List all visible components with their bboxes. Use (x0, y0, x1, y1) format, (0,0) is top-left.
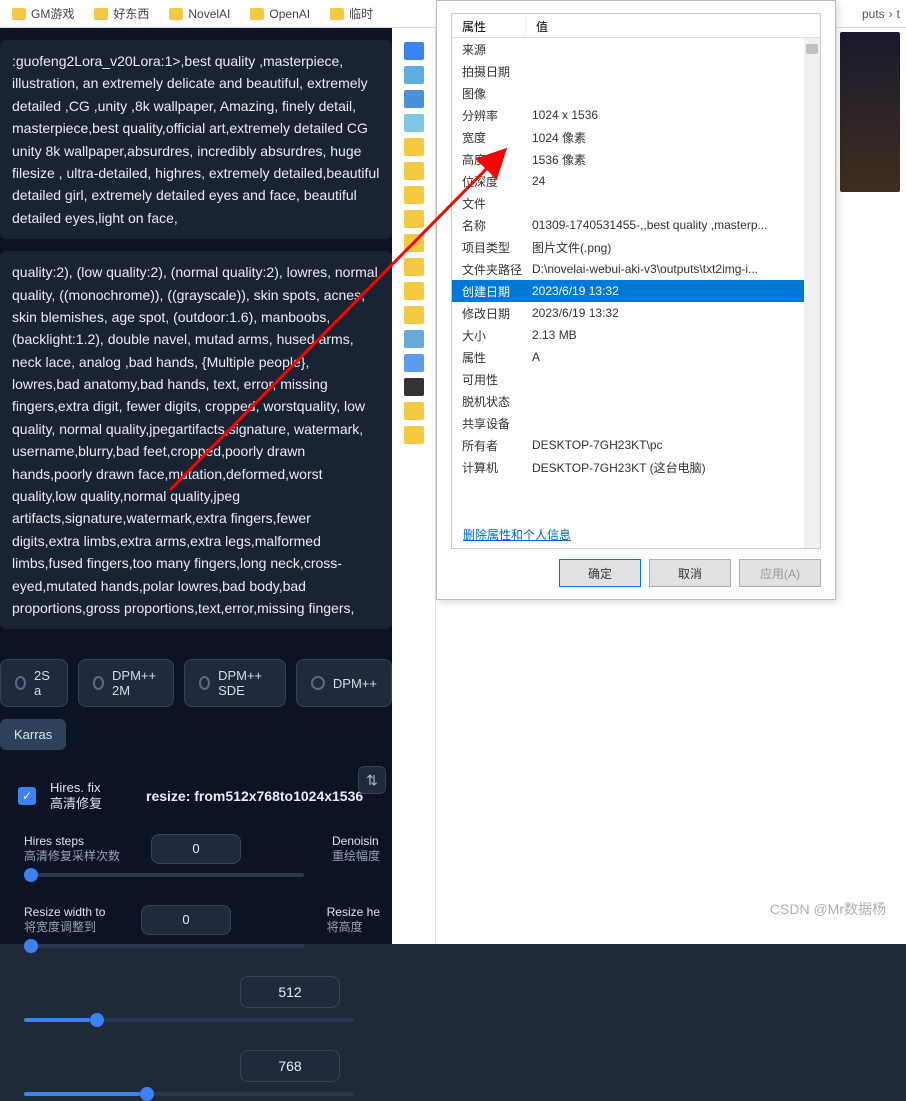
properties-dialog: 属性 值 来源 拍摄日期 图像 分辨率1024 x 1536 宽度1024 像素… (436, 0, 836, 600)
hires-fix-label: Hires. fix 高清修复 (50, 780, 102, 811)
prop-attrs: A (526, 350, 820, 364)
prop-size: 2.13 MB (526, 328, 820, 342)
folder-icon[interactable] (404, 138, 424, 156)
sampler-2sa[interactable]: 2S a (0, 659, 68, 707)
folder-icon[interactable] (404, 402, 424, 420)
sampler-dpm[interactable]: DPM++ (296, 659, 392, 707)
sampler-options: 2S a DPM++ 2M DPM++ SDE DPM++ (0, 659, 392, 707)
quick-access-icon[interactable] (404, 42, 424, 60)
image-thumbnail[interactable] (840, 32, 900, 192)
explorer-tree[interactable] (392, 28, 436, 944)
prop-modified: 2023/6/19 13:32 (526, 306, 820, 320)
width-slider[interactable] (24, 1018, 354, 1022)
prop-name: 01309-1740531455-,,best quality ,masterp… (526, 218, 820, 232)
desktop-icon[interactable] (404, 66, 424, 84)
prop-shootdate: 拍摄日期 (452, 63, 526, 80)
bookmark-item[interactable]: GM游戏 (12, 5, 74, 22)
bookmark-item[interactable]: OpenAI (250, 7, 310, 21)
prop-width: 1024 像素 (526, 129, 820, 146)
positive-prompt[interactable]: :guofeng2Lora_v20Lora:1>,best quality ,m… (0, 40, 392, 239)
folder-icon (12, 8, 26, 20)
prop-row-selected[interactable]: 创建日期2023/6/19 13:32 (452, 280, 820, 302)
resize-width-value[interactable]: 0 (141, 905, 231, 935)
folder-icon[interactable] (404, 186, 424, 204)
hires-steps-slider[interactable] (24, 873, 304, 877)
folder-icon[interactable] (404, 282, 424, 300)
resize-width-slider[interactable] (24, 944, 304, 948)
height-value[interactable]: 768 (240, 1050, 340, 1082)
folder-icon[interactable] (404, 210, 424, 228)
folder-icon (250, 8, 264, 20)
ok-button[interactable]: 确定 (559, 559, 641, 587)
karras-badge[interactable]: Karras (0, 719, 66, 750)
thumbnail-column (836, 28, 906, 588)
folder-icon[interactable] (404, 162, 424, 180)
webui-panel: :guofeng2Lora_v20Lora:1>,best quality ,m… (0, 28, 392, 944)
folder-icon[interactable] (404, 258, 424, 276)
group-file: 文件 (452, 195, 526, 212)
folder-icon[interactable] (404, 234, 424, 252)
folder-icon (330, 8, 344, 20)
folder-icon[interactable] (404, 426, 424, 444)
sampler-dpm2m[interactable]: DPM++ 2M (78, 659, 174, 707)
apply-button[interactable]: 应用(A) (739, 559, 821, 587)
denoise-label: Denoisin 重绘幅度 (332, 834, 380, 865)
thispc-icon[interactable] (404, 330, 424, 348)
swap-dimensions-button[interactable]: ⇅ (358, 766, 386, 794)
sampler-dpmsde[interactable]: DPM++ SDE (184, 659, 286, 707)
resize-info: resize: from512x768to1024x1536 (146, 788, 363, 804)
cancel-button[interactable]: 取消 (649, 559, 731, 587)
documents-icon[interactable] (404, 114, 424, 132)
hires-steps-value[interactable]: 0 (151, 834, 241, 864)
prop-created: 2023/6/19 13:32 (526, 284, 820, 298)
resize-height-label: Resize he 将高度 (327, 905, 380, 936)
remove-properties-link[interactable]: 删除属性和个人信息 (463, 526, 571, 543)
prop-folderpath: D:\novelai-webui-aki-v3\outputs\txt2img-… (526, 262, 820, 276)
folder-icon[interactable] (404, 306, 424, 324)
prop-itemtype: 图片文件(.png) (526, 239, 820, 256)
group-image: 图像 (452, 85, 526, 102)
resize-width-label: Resize width to 将宽度调整到 (24, 905, 105, 936)
prop-owner: DESKTOP-7GH23KT\pc (526, 438, 820, 452)
bookmark-item[interactable]: 好东西 (94, 5, 149, 22)
group-source: 来源 (452, 41, 526, 58)
downloads-icon[interactable] (404, 90, 424, 108)
height-slider[interactable] (24, 1092, 354, 1096)
negative-prompt[interactable]: quality:2), (low quality:2), (normal qua… (0, 251, 392, 629)
network-icon[interactable] (404, 354, 424, 372)
bookmark-item[interactable]: 临时 (330, 5, 373, 22)
properties-header: 属性 值 (452, 14, 820, 38)
bookmark-item[interactable]: NovelAI (169, 7, 230, 21)
folder-icon (169, 8, 183, 20)
properties-scrollbar[interactable] (804, 38, 820, 548)
prop-computer: DESKTOP-7GH23KT (这台电脑) (526, 459, 820, 476)
prop-resolution: 1024 x 1536 (526, 108, 820, 122)
linux-icon[interactable] (404, 378, 424, 396)
folder-icon (94, 8, 108, 20)
hires-steps-label: Hires steps 高清修复采样次数 (24, 834, 120, 865)
watermark: CSDN @Mr数据杨 (770, 899, 886, 919)
width-value[interactable]: 512 (240, 976, 340, 1008)
prop-height: 1536 像素 (526, 151, 820, 168)
prop-bitdepth: 24 (526, 174, 820, 188)
hires-fix-checkbox[interactable]: ✓ (18, 787, 36, 805)
